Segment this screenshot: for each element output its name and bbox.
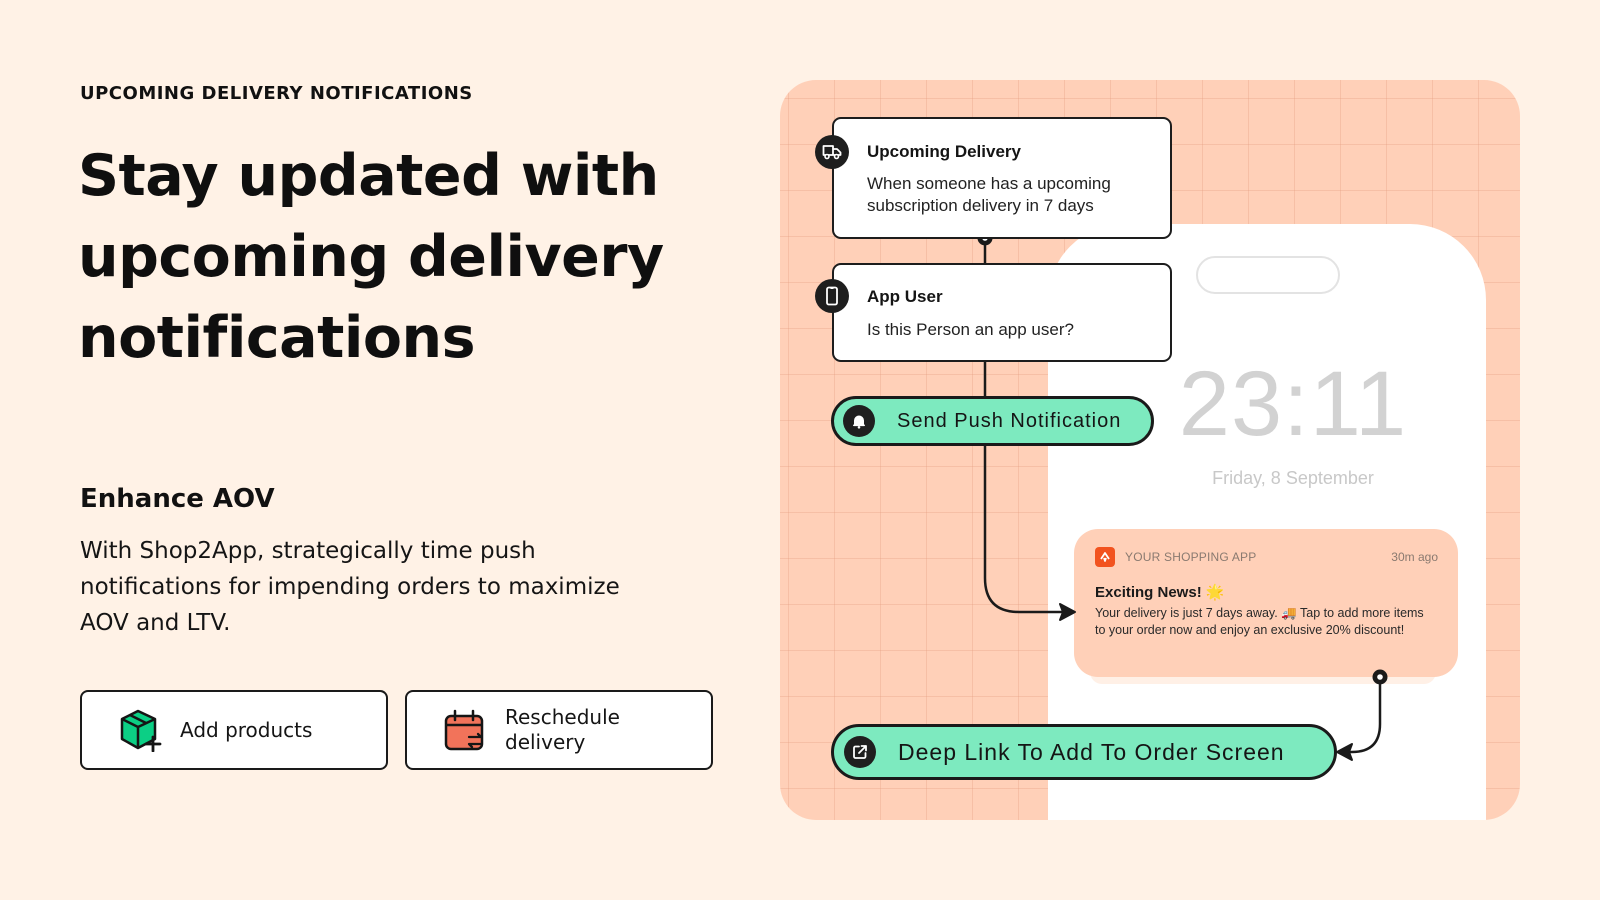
trigger-description: When someone has a upcoming subscription… — [867, 174, 1111, 215]
notification-title: Exciting News! 🌟 — [1095, 584, 1225, 601]
lockscreen-clock: 23:11 — [1178, 353, 1408, 455]
eyebrow-label: UPCOMING DELIVERY NOTIFICATIONS — [80, 83, 473, 104]
box-plus-icon — [118, 708, 162, 753]
truck-icon — [815, 135, 849, 169]
bell-icon — [843, 405, 875, 437]
trigger-card[interactable]: Upcoming Delivery When someone has a upc… — [815, 117, 1172, 239]
feature-title: Enhance AOV — [80, 484, 275, 514]
feature-description: With Shop2App, strategically time push n… — [80, 538, 620, 636]
notification-app-name: YOUR SHOPPING APP — [1125, 550, 1257, 564]
deep-link-label: Deep Link To Add To Order Screen — [898, 738, 1285, 765]
notification-body: Your delivery is just 7 days away. 🚚 Tap… — [1095, 606, 1424, 637]
external-link-icon — [844, 736, 876, 768]
trigger-title: Upcoming Delivery — [867, 142, 1021, 161]
phone-icon — [815, 279, 849, 313]
send-push-notification-node[interactable]: Send Push Notification — [831, 396, 1154, 446]
reschedule-delivery-label: Reschedule delivery — [505, 705, 620, 754]
deep-link-node[interactable]: Deep Link To Add To Order Screen — [831, 724, 1337, 780]
lockscreen-date: Friday, 8 September — [1212, 468, 1374, 488]
page-headline: Stay updated with upcoming delivery noti… — [78, 143, 664, 371]
push-notification[interactable]: YOUR SHOPPING APP 30m ago Exciting News!… — [1074, 529, 1458, 677]
condition-title: App User — [867, 287, 943, 306]
shopping-app-icon — [1095, 547, 1115, 567]
send-push-notification-label: Send Push Notification — [897, 409, 1122, 432]
reschedule-delivery-chip[interactable]: Reschedule delivery — [405, 690, 713, 770]
phone-dynamic-island — [1196, 256, 1340, 294]
notification-time: 30m ago — [1391, 550, 1438, 564]
condition-card[interactable]: App User Is this Person an app user? — [815, 263, 1172, 362]
add-products-chip[interactable]: Add products — [80, 690, 388, 770]
condition-description: Is this Person an app user? — [867, 320, 1074, 339]
calendar-swap-icon — [443, 708, 487, 752]
add-products-label: Add products — [180, 717, 313, 742]
